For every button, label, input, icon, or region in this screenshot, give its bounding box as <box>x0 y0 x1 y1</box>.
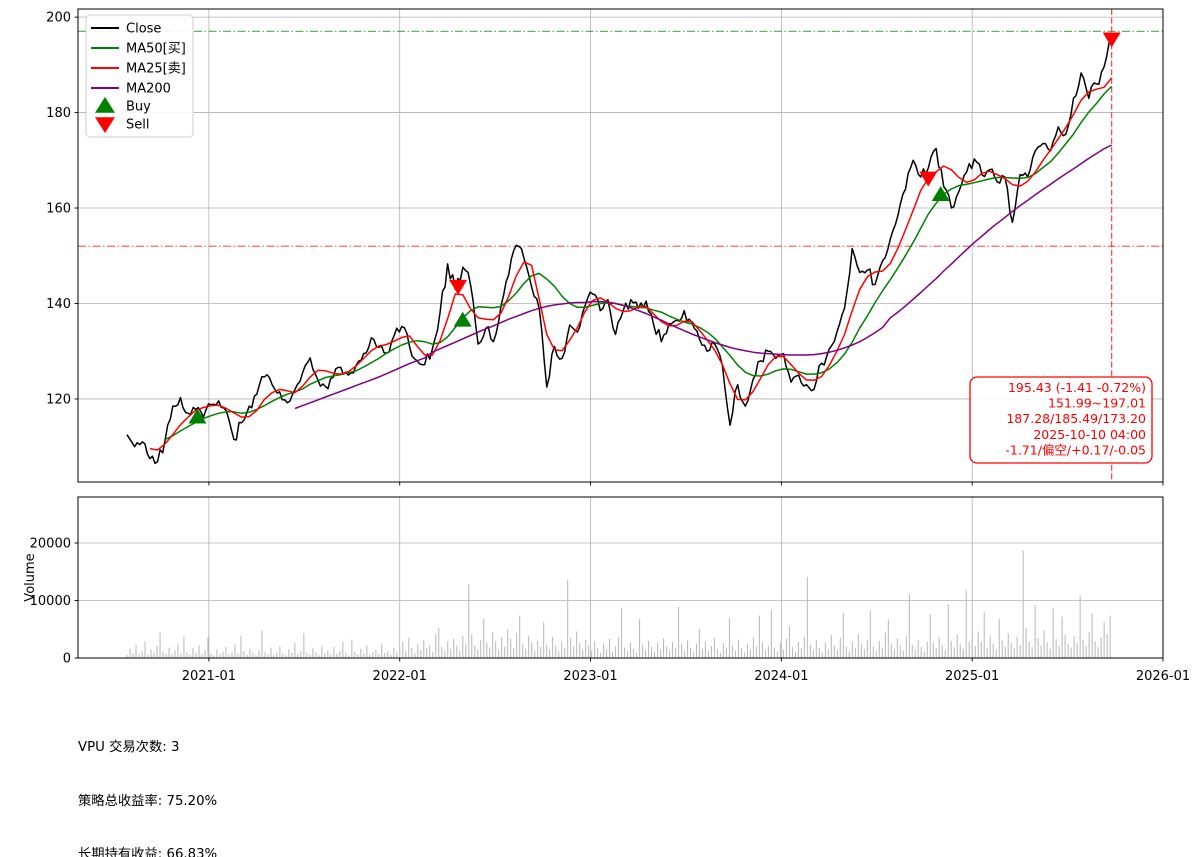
svg-text:2025-01: 2025-01 <box>945 669 999 684</box>
svg-text:140: 140 <box>46 297 71 312</box>
annotation-line: 187.28/185.49/173.20 <box>1006 411 1146 426</box>
summary-line-hold-return: 长期持有收益: 66.83% <box>78 846 513 857</box>
tick-labels: 120140160180200010000200002021-012022-01… <box>30 11 1191 684</box>
annotation-line: 151.99~197.01 <box>1048 396 1146 411</box>
legend-label: Buy <box>126 100 151 115</box>
figure: 120140160180200010000200002021-012022-01… <box>0 0 1193 857</box>
legend-label: MA50[买] <box>126 42 186 57</box>
svg-text:0: 0 <box>63 652 71 667</box>
svg-text:2021-01: 2021-01 <box>182 669 236 684</box>
gridlines <box>78 9 1163 658</box>
legend-label: Close <box>126 22 161 37</box>
volume-axis-label: Volume <box>23 553 38 601</box>
svg-text:180: 180 <box>46 106 71 121</box>
trade-markers <box>188 33 1120 424</box>
ma200-line <box>295 145 1112 409</box>
legend-label: MA200 <box>126 82 171 97</box>
legend-label: MA25[卖] <box>126 62 186 77</box>
volume-bars <box>127 551 1111 659</box>
strategy-summary: VPU 交易次数: 3 策略总收益率: 75.20% 长期持有收益: 66.83… <box>78 703 513 857</box>
price-volume-chart: 120140160180200010000200002021-012022-01… <box>0 0 1193 700</box>
svg-text:2022-01: 2022-01 <box>373 669 427 684</box>
price-annotation: 195.43 (-1.41 -0.72%)151.99~197.01187.28… <box>970 377 1152 463</box>
svg-text:2026-01: 2026-01 <box>1136 669 1190 684</box>
annotation-line: 2025-10-10 04:00 <box>1033 427 1146 442</box>
sell-marker <box>449 280 467 295</box>
svg-text:2023-01: 2023-01 <box>563 669 617 684</box>
svg-text:120: 120 <box>46 392 71 407</box>
buy-marker <box>932 186 950 201</box>
summary-line-strategy-return: 策略总收益率: 75.20% <box>78 793 513 811</box>
buy-marker <box>454 312 472 327</box>
legend-label: Sell <box>126 118 149 133</box>
tick-marks <box>75 17 1164 661</box>
svg-text:20000: 20000 <box>30 537 71 552</box>
svg-text:200: 200 <box>46 11 71 26</box>
svg-text:160: 160 <box>46 202 71 217</box>
ma25-line <box>150 78 1112 450</box>
annotation-line: -1.71/偏空/+0.17/-0.05 <box>1005 442 1146 457</box>
sell-marker <box>1103 33 1121 48</box>
sell-marker <box>919 172 937 187</box>
annotation-line: 195.43 (-1.41 -0.72%) <box>1008 380 1146 395</box>
svg-text:2024-01: 2024-01 <box>754 669 808 684</box>
axes-frame <box>78 9 1163 658</box>
summary-line-trade-count: VPU 交易次数: 3 <box>78 739 513 757</box>
legend: Close MA50[买] MA25[卖] MA200 Buy Sell <box>86 15 193 137</box>
